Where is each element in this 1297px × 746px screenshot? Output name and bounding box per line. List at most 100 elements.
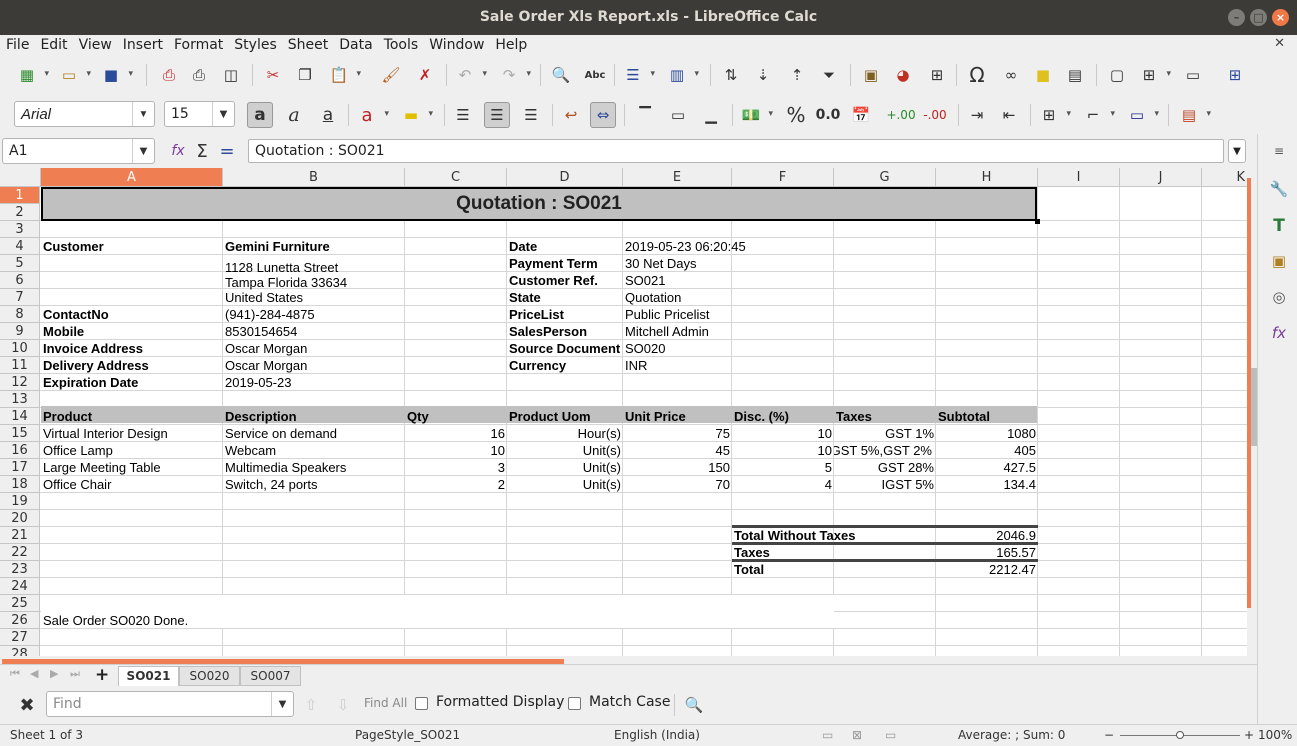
line-unit-price[interactable]: 45 [623,442,732,459]
row-header[interactable]: 5 [0,255,40,272]
align-bottom-icon[interactable]: ▁ [698,102,724,128]
column-header[interactable]: B [223,168,405,187]
define-print-area-icon[interactable]: ▢ [1104,62,1130,88]
state-value[interactable]: Quotation [623,289,683,306]
line-taxes[interactable]: GST 1% [834,425,936,442]
column-icon[interactable]: ▥ [664,62,699,88]
line-header[interactable]: Disc. (%) [732,408,791,425]
sheet-tab[interactable]: SO007 [240,666,301,686]
italic-icon[interactable]: a [281,102,307,128]
maximize-button[interactable]: □ [1250,9,1267,26]
hyperlink-icon[interactable]: ∞ [998,62,1024,88]
sidebar-menu-icon[interactable]: ≡ [1268,144,1290,166]
row-header[interactable]: 8 [0,306,40,323]
row-header[interactable]: 4 [0,238,40,255]
pivot-table-icon[interactable]: ⊞ [924,62,950,88]
properties-icon[interactable]: 🔧 [1268,180,1290,202]
find-all-button[interactable]: Find All [364,696,407,710]
zoom-slider-handle[interactable] [1176,731,1184,739]
customer-value[interactable]: Gemini Furniture [223,238,332,255]
print-preview-icon[interactable]: ◫ [218,62,244,88]
line-description[interactable]: Webcam [223,442,278,459]
borders-icon[interactable]: ⊞ [1036,102,1071,128]
row-icon[interactable]: ☰ [620,62,655,88]
wrap-text-icon[interactable]: ↩ [558,102,584,128]
line-subtotal[interactable]: 1080 [936,425,1038,442]
row-header[interactable]: 2 [0,204,40,221]
sort-ascending-icon[interactable]: ⇣ [750,62,776,88]
formula-input[interactable]: Quotation : SO021 [248,139,1224,163]
percent-format-icon[interactable]: % [783,102,809,128]
menu-help[interactable]: Help [489,35,532,56]
row-header[interactable]: 24 [0,578,40,595]
row-header[interactable]: 13 [0,391,40,408]
line-header[interactable]: Taxes [834,408,874,425]
row-header[interactable]: 15 [0,425,40,442]
find-previous-icon[interactable]: ⇧ [298,692,324,718]
merge-center-icon[interactable]: ⇔ [590,102,616,128]
state-label[interactable]: State [507,289,543,306]
row-header[interactable]: 6 [0,272,40,289]
menu-data[interactable]: Data [333,35,377,56]
line-uom[interactable]: Unit(s) [507,459,623,476]
freeze-rows-icon[interactable]: ⊞ [1136,62,1171,88]
font-color-icon[interactable]: a [354,102,389,128]
underline-icon[interactable]: a [315,102,341,128]
sum-icon[interactable]: Σ [189,138,215,164]
line-product[interactable]: Large Meeting Table [41,459,163,476]
date-label[interactable]: Date [507,238,539,255]
line-qty[interactable]: 10 [405,442,507,459]
autofilter-icon[interactable]: ⏷ [816,62,842,88]
line-unit-price[interactable]: 75 [623,425,732,442]
contact-label[interactable]: ContactNo [41,306,111,323]
column-header[interactable]: G [834,168,936,187]
clone-formatting-icon[interactable]: 🖌 [378,62,404,88]
taxes-label[interactable]: Taxes [732,544,772,561]
line-header[interactable]: Qty [405,408,431,425]
row-header[interactable]: 26 [0,612,40,629]
line-discount[interactable]: 10 [732,442,834,459]
insert-image-icon[interactable]: ▣ [858,62,884,88]
row-header[interactable]: 20 [0,510,40,527]
invoice-address-label[interactable]: Invoice Address [41,340,145,357]
invoice-address-value[interactable]: Oscar Morgan [223,340,309,357]
column-header[interactable]: C [405,168,507,187]
expiration-label[interactable]: Expiration Date [41,374,140,391]
payment-term-label[interactable]: Payment Term [507,255,600,272]
line-uom[interactable]: Unit(s) [507,442,623,459]
column-header[interactable]: J [1120,168,1202,187]
row-header[interactable]: 25 [0,595,40,612]
align-left-icon[interactable]: ☰ [450,102,476,128]
payment-term-value[interactable]: 30 Net Days [623,255,699,272]
find-next-icon[interactable]: ⇩ [330,692,356,718]
column-header[interactable]: D [507,168,623,187]
line-taxes-clip[interactable]: GST 5%,GST 2% [834,442,936,459]
align-center-icon[interactable]: ☰ [484,102,510,128]
font-size-box[interactable]: 15 ▼ [164,101,235,127]
center-vertically-icon[interactable]: ▭ [665,102,691,128]
line-uom[interactable]: Hour(s) [507,425,623,442]
line-qty[interactable]: 2 [405,476,507,493]
total-label[interactable]: Total [732,561,766,578]
line-header[interactable]: Unit Price [623,408,688,425]
function-wizard-icon[interactable]: fx [165,138,191,164]
currency-label[interactable]: Currency [507,357,568,374]
line-description[interactable]: Switch, 24 ports [223,476,320,493]
line-discount[interactable]: 4 [732,476,834,493]
customer-ref-value[interactable]: SO021 [623,272,667,289]
column-header[interactable]: I [1038,168,1120,187]
name-box[interactable]: A1 ▼ [2,138,155,164]
line-header[interactable]: Description [223,408,299,425]
column-header[interactable]: E [623,168,732,187]
quotation-title[interactable]: Quotation : SO021 [41,187,1037,221]
chevron-down-icon[interactable]: ▼ [132,139,154,163]
save-icon[interactable]: ■ [98,62,133,88]
functions-icon[interactable]: fx [1268,324,1290,346]
split-window-icon[interactable]: ▭ [1180,62,1206,88]
menu-styles[interactable]: Styles [228,35,281,56]
line-discount[interactable]: 10 [732,425,834,442]
menu-sheet[interactable]: Sheet [282,35,333,56]
formula-icon[interactable]: = [214,138,240,164]
column-header[interactable]: A [41,168,223,187]
line-unit-price[interactable]: 70 [623,476,732,493]
